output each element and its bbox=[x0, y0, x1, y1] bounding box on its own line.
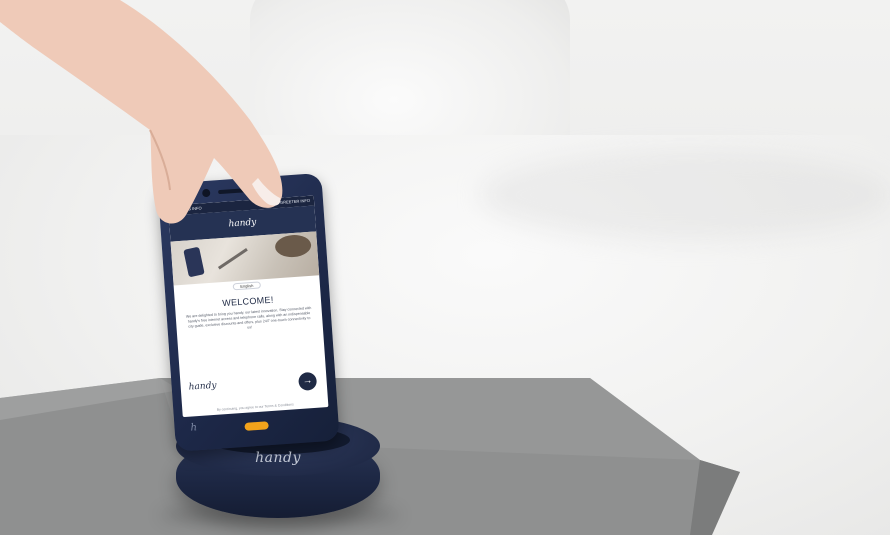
hero-pen bbox=[217, 248, 248, 270]
dock-logo: handy bbox=[255, 450, 301, 466]
bedside-tray bbox=[0, 360, 890, 535]
hero-hat bbox=[274, 233, 312, 259]
language-value[interactable]: English bbox=[232, 280, 261, 290]
sheet-fold-shadow bbox=[480, 150, 890, 240]
arrow-right-icon[interactable]: → bbox=[298, 371, 318, 391]
screen-footer: handy → bbox=[180, 371, 327, 403]
footer-signature: handy bbox=[188, 380, 217, 393]
home-button[interactable] bbox=[244, 421, 269, 431]
hero-phone bbox=[183, 246, 205, 278]
hand bbox=[0, 0, 300, 230]
photo-scene: handy BOOKING INFO DIGITAL GREETER INFO … bbox=[0, 0, 890, 535]
